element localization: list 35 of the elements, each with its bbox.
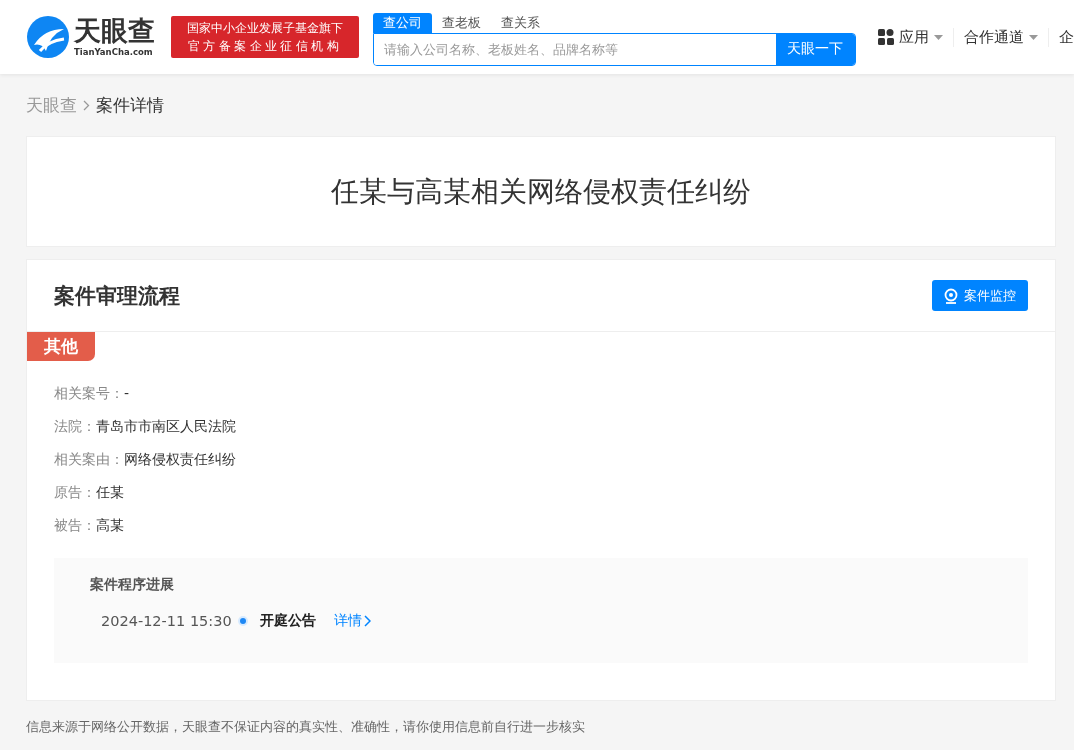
chevron-icon [364,615,371,627]
logo-name: 天眼查 [74,17,155,44]
progress-title: 案件程序进展 [90,576,175,594]
camera-icon [944,287,958,304]
section-title: 案件审理流程 [54,282,180,310]
search-tab[interactable]: 查公司 [373,12,433,33]
search-button[interactable]: 天眼一下 [776,33,855,65]
caret-icon [934,34,943,40]
category-tag: 其他 [27,332,95,361]
nav-link[interactable]: 企 [1059,27,1074,47]
case-field: 原告：任某 [54,476,1028,509]
logo-icon [26,15,70,59]
certification-banner: 国家中小企业发展子基金旗下 官方备案企业征信机构 [170,16,360,58]
caret-icon [1029,34,1038,40]
search-field[interactable]: 请输入公司名称、老板姓名、品牌名称等 天眼一下 [373,32,856,66]
nav-link[interactable]: 应用 [899,27,929,47]
search-tab[interactable]: 查关系 [491,12,551,33]
disclaimer-text: 信息来源于网络公开数据，天眼查不保证内容的真实性、准确性，请你使用信息前自行进一步核实 [26,718,586,736]
search-tab[interactable]: 查老板 [432,12,492,33]
case-field: 被告：高某 [54,509,1028,542]
event-time: 2024-12-11 15:30 [101,613,233,629]
breadcrumb-item: 案件详情 [96,93,164,117]
details-link[interactable]: 详情 [334,612,371,630]
timeline-dot-icon [238,616,248,626]
monitor-button[interactable]: 案件监控 [932,280,1028,311]
chevron-icon [83,99,90,111]
logo-domain: TianYanCha.com [74,47,154,57]
case-field: 相关案号：- [54,377,1028,410]
case-field: 法院：青岛市市南区人民法院 [54,410,1028,443]
event-name: 开庭公告 [260,612,316,630]
breadcrumb-item[interactable]: 天眼查 [26,93,77,117]
case-field: 相关案由：网络侵权责任纠纷 [54,443,1028,476]
grid-icon [878,29,894,45]
nav-link[interactable]: 合作通道 [964,27,1024,47]
case-title: 任某与高某相关网络侵权责任纠纷 [331,173,751,210]
